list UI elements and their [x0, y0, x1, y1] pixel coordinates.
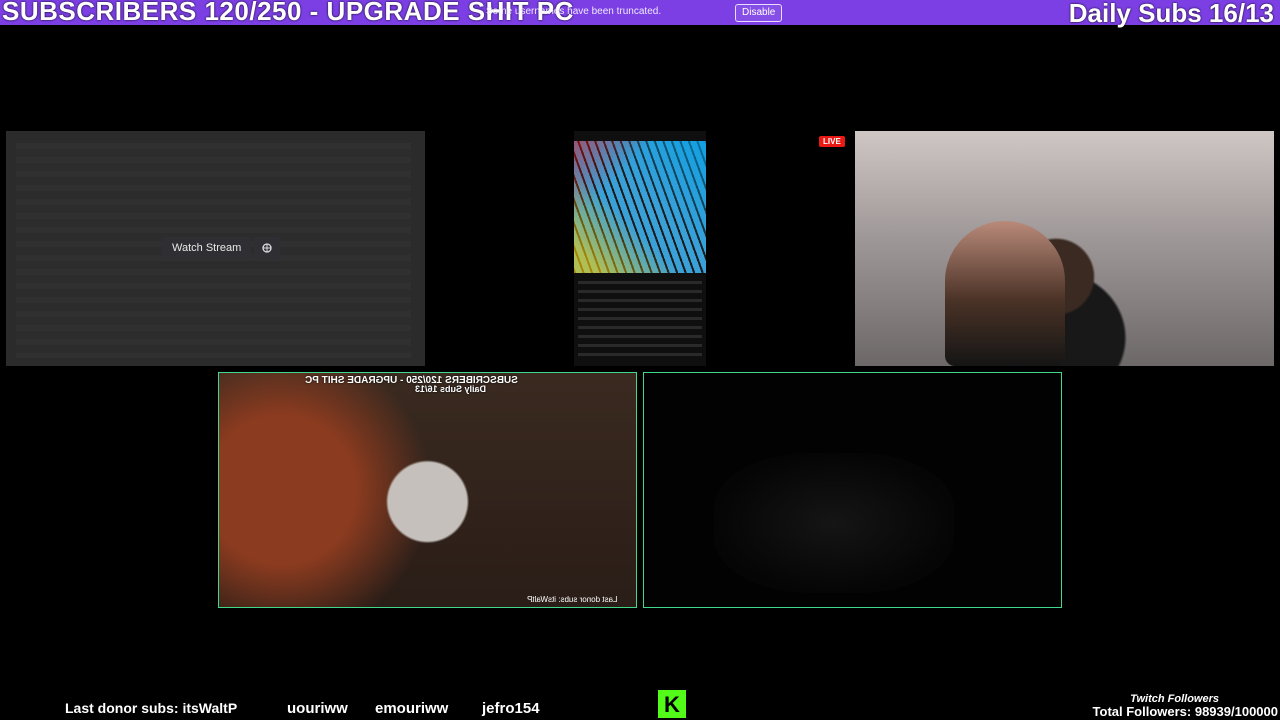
daily-subs-counter: Daily Subs 16/13 — [1068, 0, 1274, 28]
watch-stream-button[interactable]: Watch Stream — [162, 237, 252, 259]
last-donor-subs: Last donor subs: itsWaltP — [65, 700, 238, 716]
screen-share-tile[interactable]: Watch Stream — [6, 131, 425, 366]
webcam-tile-2[interactable]: SUBSCRIBERS 120/250 - UPGRADE SHIT PC Da… — [218, 372, 637, 608]
disable-button[interactable]: Disable — [735, 4, 783, 22]
popout-icon[interactable] — [254, 237, 280, 259]
webcam-tile-3[interactable] — [643, 372, 1062, 608]
webcam-person — [945, 221, 1065, 366]
webcam-tile-1[interactable] — [855, 131, 1274, 366]
ticker-item: emouriww — [375, 700, 449, 717]
phone-screen-tile[interactable] — [574, 131, 706, 366]
dark-video-content — [714, 453, 954, 593]
truncation-notice: Some usernames have been truncated. — [486, 6, 662, 17]
phone-content-list — [578, 281, 702, 361]
live-badge: LIVE — [819, 136, 845, 147]
total-followers-counter: Total Followers: 98939/100000 — [1092, 704, 1278, 719]
kick-logo-icon: K — [658, 690, 686, 718]
ticker-item: uouriww — [287, 700, 348, 717]
mirrored-overlay-donor: Last donor subs: itsWaltP — [527, 595, 618, 604]
ticker-item: jefro154 — [482, 700, 540, 717]
mirrored-overlay-daily: Daily Subs 16/13 — [415, 384, 487, 394]
album-art-image — [574, 141, 706, 273]
